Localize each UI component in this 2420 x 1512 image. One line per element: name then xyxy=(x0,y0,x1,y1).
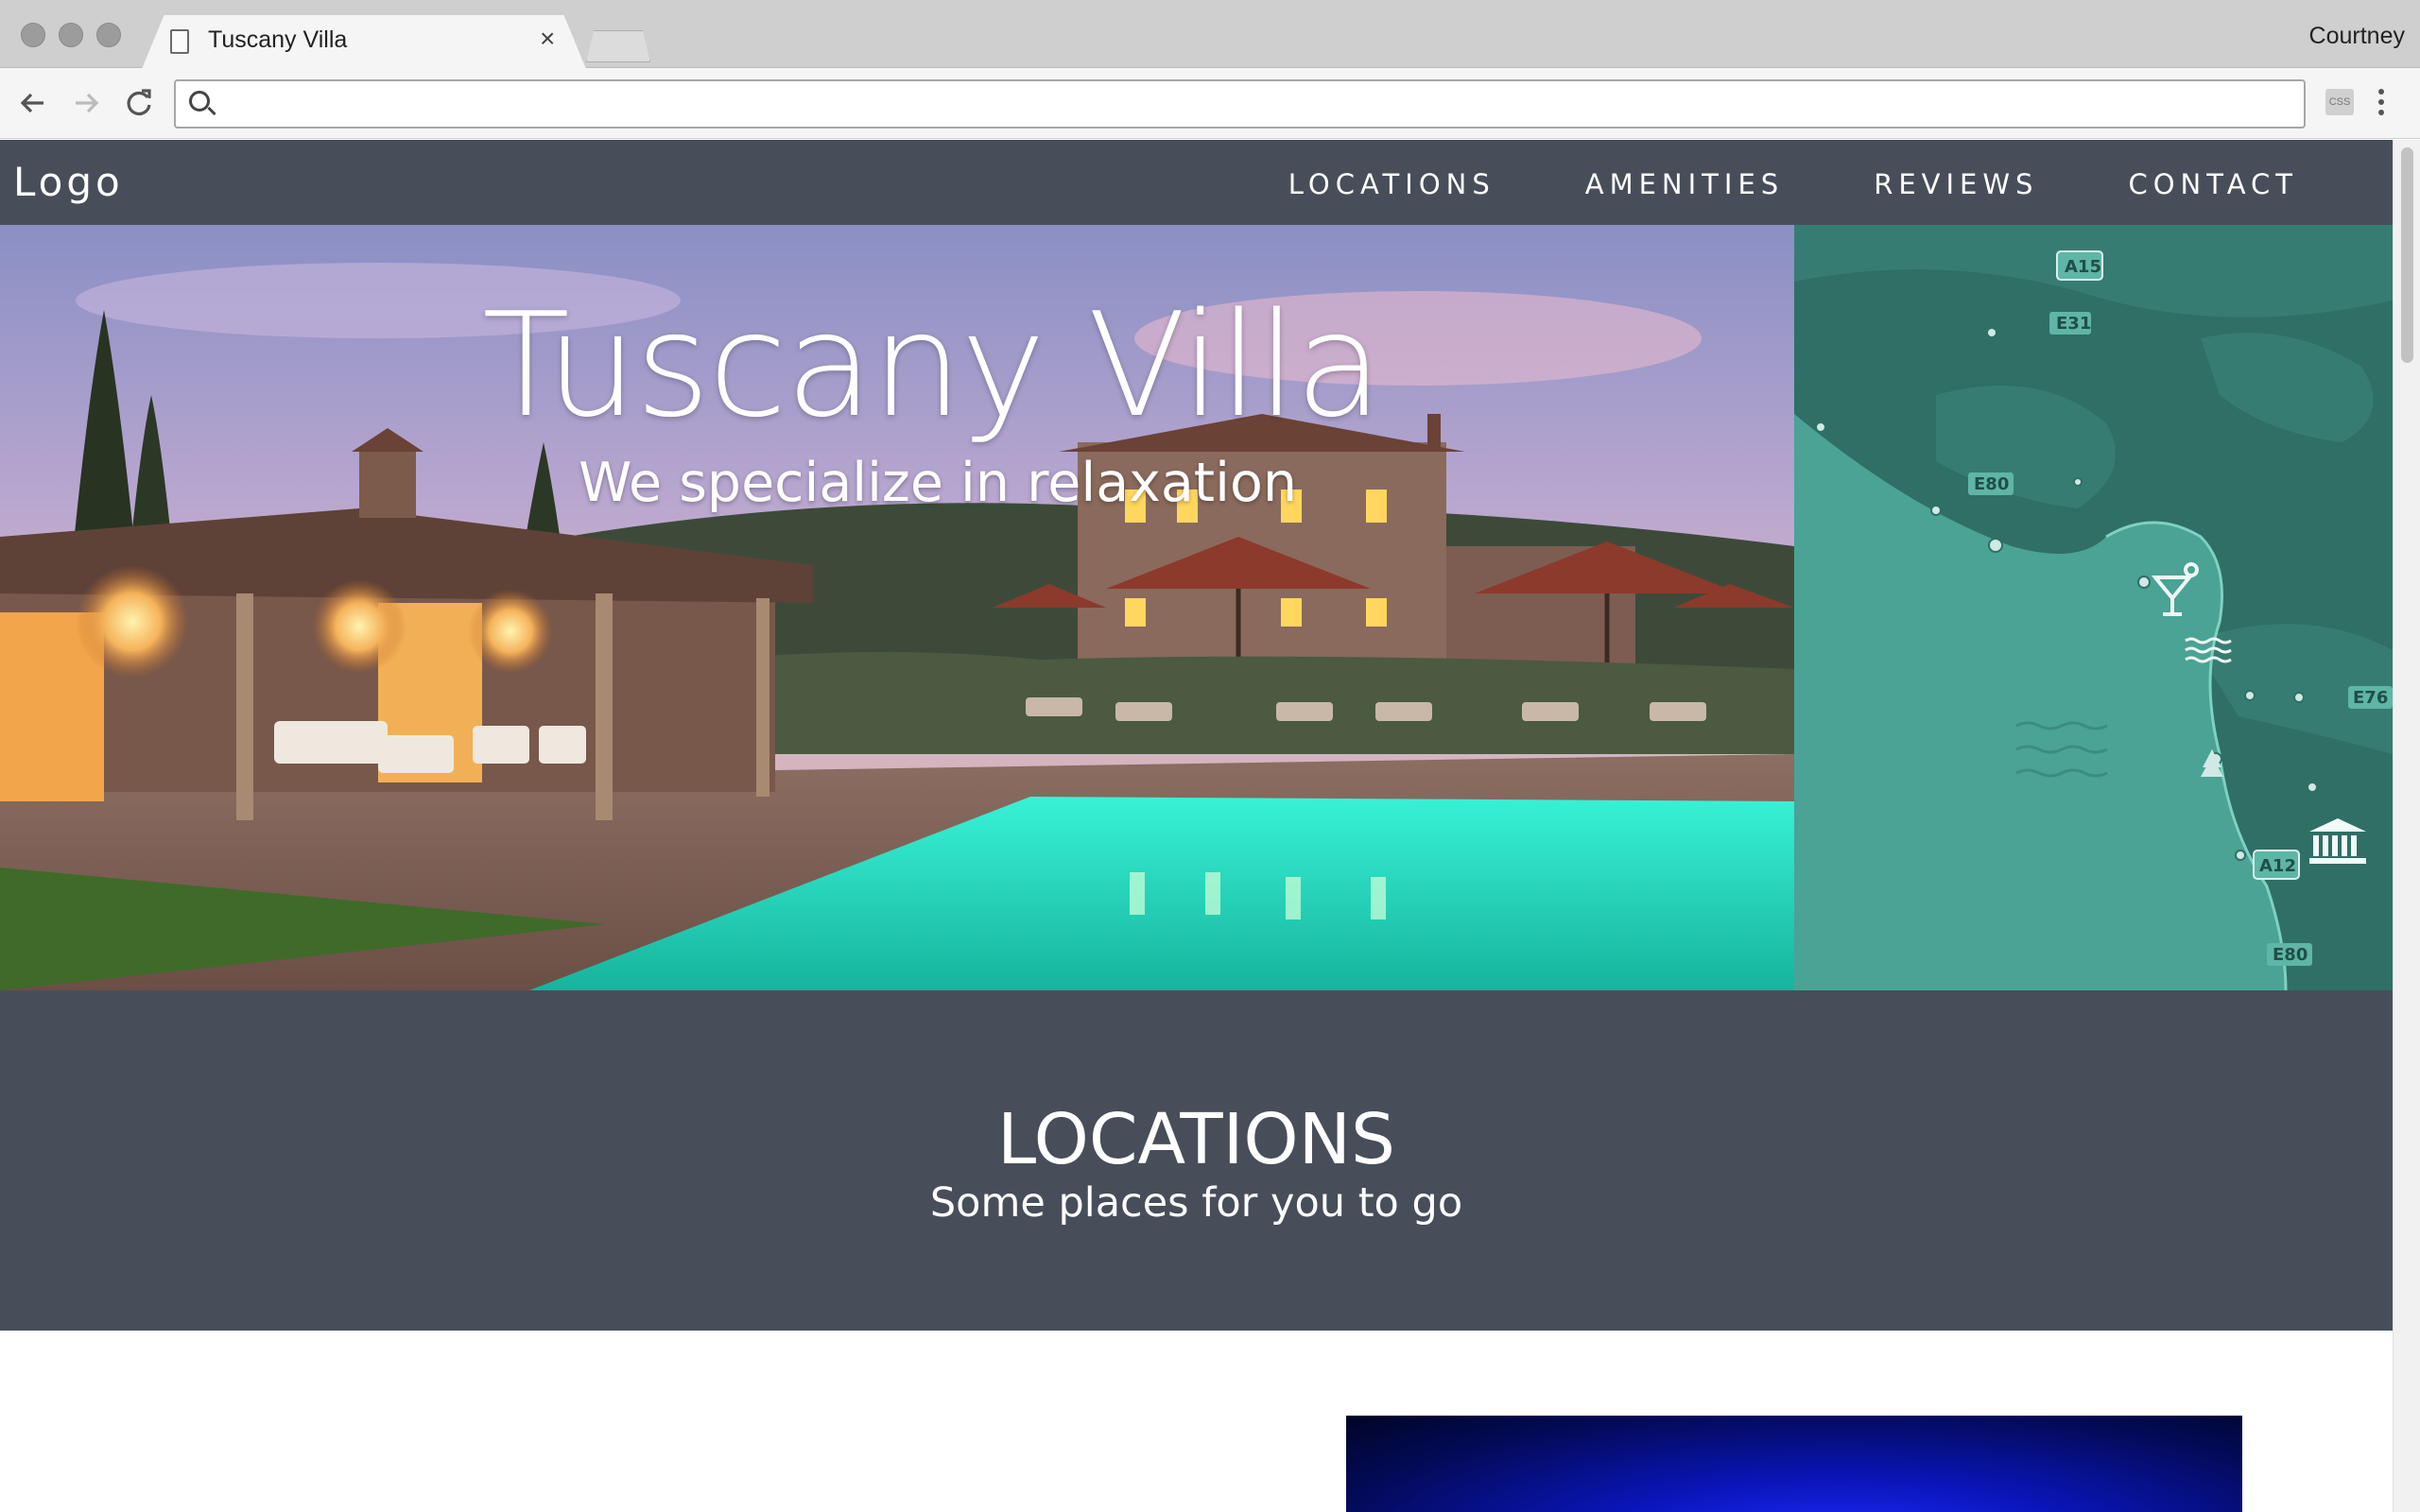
locations-subheading: Some places for you to go xyxy=(929,1179,1463,1227)
extension-icon[interactable]: CSS xyxy=(2325,89,2354,115)
hero-subtitle: We specialize in relaxation xyxy=(579,452,1297,514)
nav-link-locations[interactable]: LOCATIONS xyxy=(1288,168,1495,200)
reload-icon[interactable] xyxy=(123,87,155,119)
nav-link-reviews[interactable]: REVIEWS xyxy=(1874,168,2038,200)
browser-toolbar: CSS xyxy=(0,68,2420,139)
hero-section: A15 E31 E80 E76 A12 E80 Tuscany Villa We… xyxy=(0,225,2393,990)
tab-close-button[interactable]: × xyxy=(540,26,555,52)
search-icon xyxy=(189,91,210,112)
scrollbar-thumb[interactable] xyxy=(2401,147,2413,363)
kebab-menu-icon[interactable] xyxy=(2378,89,2386,117)
map-road-label: E76 xyxy=(2353,688,2388,708)
locations-section: LOCATIONS Some places for you to go xyxy=(0,990,2393,1331)
close-window-button[interactable] xyxy=(21,23,45,47)
page-icon xyxy=(170,29,189,54)
maximize-window-button[interactable] xyxy=(96,23,121,47)
minimize-window-button[interactable] xyxy=(59,23,83,47)
address-bar[interactable] xyxy=(174,79,2306,129)
browser-tabstrip: Tuscany Villa × Courtney xyxy=(0,0,2420,69)
content-section xyxy=(0,1331,2393,1512)
tab-title: Tuscany Villa xyxy=(208,26,348,53)
location-image xyxy=(1346,1416,2242,1512)
locations-heading: LOCATIONS xyxy=(997,1099,1395,1180)
region-map: A15 E31 E80 E76 A12 E80 xyxy=(1794,225,2393,990)
new-tab-button[interactable] xyxy=(586,30,650,62)
profile-name[interactable]: Courtney xyxy=(2309,23,2405,50)
page-viewport: Logo LOCATIONS AMENITIES REVIEWS CONTACT xyxy=(0,140,2393,1512)
site-navbar: Logo LOCATIONS AMENITIES REVIEWS CONTACT xyxy=(0,140,2393,225)
forward-arrow-icon[interactable] xyxy=(70,87,102,119)
back-arrow-icon[interactable] xyxy=(17,87,49,119)
map-road-label: A15 xyxy=(2065,257,2101,277)
map-road-label: E80 xyxy=(1974,474,2009,494)
map-road-label: E31 xyxy=(2056,314,2091,334)
hero-title: Tuscany Villa xyxy=(482,282,1383,449)
nav-link-contact[interactable]: CONTACT xyxy=(2128,168,2298,200)
map-road-label: E80 xyxy=(2273,945,2308,965)
page-scrollbar[interactable] xyxy=(2393,140,2420,1512)
nav-link-amenities[interactable]: AMENITIES xyxy=(1585,168,1784,200)
nav-links: LOCATIONS AMENITIES REVIEWS CONTACT xyxy=(1288,168,2298,200)
map-road-label: A12 xyxy=(2259,856,2296,876)
site-logo[interactable]: Logo xyxy=(13,159,124,205)
